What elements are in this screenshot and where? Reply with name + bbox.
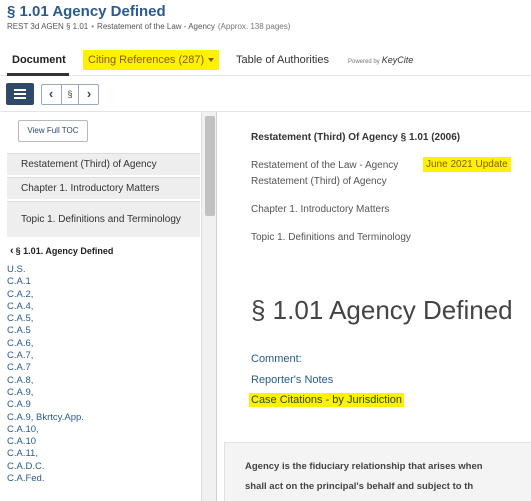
- toc-sidebar: View Full TOC Restatement (Third) of Age…: [0, 112, 217, 501]
- jurisdiction-link[interactable]: C.A.10,: [7, 424, 197, 436]
- toc-breadcrumb-topic[interactable]: Topic 1. Definitions and Terminology: [7, 201, 200, 237]
- page-title: § 1.01 Agency Defined: [7, 3, 166, 20]
- current-section-text: § 1.01. Agency Defined: [15, 246, 114, 256]
- chapter-line: Chapter 1. Introductory Matters: [251, 204, 390, 215]
- jurisdiction-link[interactable]: C.A.5: [7, 325, 197, 337]
- comment-link[interactable]: Comment:: [251, 353, 302, 365]
- chevron-right-icon[interactable]: ›: [80, 85, 98, 104]
- reporters-notes-link[interactable]: Reporter's Notes: [251, 374, 333, 386]
- jurisdiction-link[interactable]: C.A.10: [7, 436, 197, 448]
- caret-down-icon: [208, 58, 215, 63]
- chevron-left-icon[interactable]: ‹: [10, 245, 14, 257]
- toc-breadcrumb-chapter[interactable]: Chapter 1. Introductory Matters: [7, 177, 200, 199]
- jurisdiction-link[interactable]: C.A.2,: [7, 289, 197, 301]
- body-line-1: Agency is the fiduciary relationship tha…: [245, 461, 483, 472]
- section-text-box: Agency is the fiduciary relationship tha…: [224, 442, 531, 501]
- view-full-toc-button[interactable]: View Full TOC: [18, 120, 88, 142]
- case-citations-link[interactable]: Case Citations - by Jurisdiction: [249, 393, 405, 407]
- update-badge: June 2021 Update: [423, 157, 511, 172]
- jurisdiction-link[interactable]: C.A.9, Bkrtcy.App.: [7, 412, 197, 424]
- separator-dot: •: [91, 22, 95, 31]
- source-line: Restatement of the Law - Agency: [251, 160, 399, 171]
- jurisdiction-link[interactable]: C.A.1: [7, 276, 197, 288]
- jurisdiction-link[interactable]: C.A.9,: [7, 387, 197, 399]
- scrollbar-thumb[interactable]: [205, 116, 215, 216]
- section-symbol-button[interactable]: §: [61, 85, 79, 104]
- tab-citing-references-label: Citing References (287): [88, 54, 205, 66]
- chevron-left-icon[interactable]: ‹: [42, 85, 60, 104]
- jurisdiction-link[interactable]: C.A.D.C.: [7, 461, 197, 473]
- current-section-label: ‹ § 1.01. Agency Defined: [10, 245, 113, 257]
- powered-by-keycite: Powered by KeyCite: [348, 55, 413, 65]
- powered-by-label: Powered by: [348, 59, 380, 65]
- topic-line: Topic 1. Definitions and Terminology: [251, 232, 411, 243]
- section-navigation: ‹ § ›: [41, 84, 99, 105]
- jurisdiction-link[interactable]: C.A.11,: [7, 448, 197, 460]
- body-line-2: shall act on the principal's behalf and …: [245, 481, 474, 492]
- jurisdiction-link[interactable]: U.S.: [7, 264, 197, 276]
- jurisdiction-link[interactable]: C.A.9: [7, 399, 197, 411]
- citation-text: REST 3d AGEN § 1.01: [7, 22, 89, 31]
- document-content: Restatement (Third) Of Agency § 1.01 (20…: [218, 112, 531, 501]
- source-text: Restatement of the Law - Agency: [97, 22, 215, 31]
- tab-citing-references[interactable]: Citing References (287): [83, 50, 220, 70]
- section-body-text: Agency is the fiduciary relationship tha…: [245, 457, 531, 497]
- source-subline: Restatement (Third) of Agency: [251, 176, 387, 187]
- toc-breadcrumb-restatement[interactable]: Restatement (Third) of Agency: [7, 153, 200, 175]
- jurisdiction-link[interactable]: C.A.7,: [7, 350, 197, 362]
- document-subtitle: REST 3d AGEN § 1.01 • Restatement of the L…: [7, 22, 290, 31]
- jurisdiction-link[interactable]: C.A.6,: [7, 338, 197, 350]
- tab-document[interactable]: Document: [12, 50, 66, 70]
- document-toolbar: ‹ § ›: [0, 78, 531, 112]
- active-tab-indicator: [7, 73, 69, 76]
- section-title: § 1.01 Agency Defined: [251, 295, 513, 325]
- jurisdiction-list: U.S. C.A.1 C.A.2, C.A.4, C.A.5, C.A.5 C.A.6, C.…: [7, 264, 197, 485]
- document-heading: Restatement (Third) Of Agency § 1.01 (20…: [251, 132, 461, 143]
- jurisdiction-link[interactable]: C.A.7: [7, 362, 197, 374]
- jurisdiction-link[interactable]: C.A.8,: [7, 375, 197, 387]
- jurisdiction-link[interactable]: C.A.Fed.: [7, 473, 197, 485]
- list-icon[interactable]: [6, 83, 34, 105]
- jurisdiction-link[interactable]: C.A.4,: [7, 301, 197, 313]
- page-count: (Approx. 138 pages): [217, 22, 291, 31]
- jurisdiction-link[interactable]: C.A.5,: [7, 313, 197, 325]
- tab-table-of-authorities[interactable]: Table of Authorities: [236, 50, 329, 70]
- keycite-logo: KeyCite: [381, 55, 414, 65]
- document-tabs: Document Citing References (287) Table o…: [0, 44, 531, 76]
- sidebar-scrollbar[interactable]: [201, 112, 216, 501]
